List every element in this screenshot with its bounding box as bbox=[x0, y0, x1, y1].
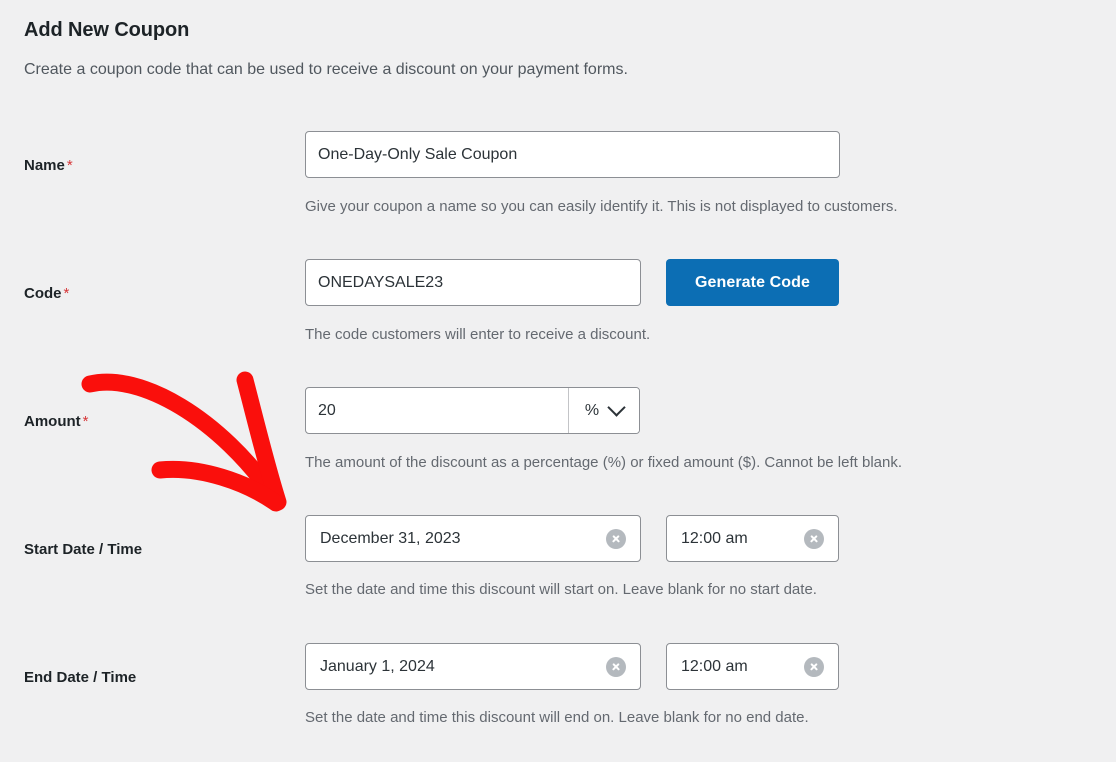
help-name: Give your coupon a name so you can easil… bbox=[305, 198, 898, 215]
label-code: Code * bbox=[24, 284, 69, 304]
label-start-date-time: Start Date / Time bbox=[24, 540, 142, 560]
amount-input[interactable] bbox=[306, 388, 568, 433]
add-new-coupon-page: Add New Coupon Create a coupon code that… bbox=[0, 0, 1116, 762]
end-date-field bbox=[305, 643, 641, 690]
amount-type-select[interactable]: % bbox=[568, 388, 639, 433]
end-time-input[interactable] bbox=[667, 657, 804, 676]
label-start-date-time-text: Start Date / Time bbox=[24, 541, 143, 558]
label-amount-text: Amount bbox=[24, 413, 81, 430]
generate-code-button[interactable]: Generate Code bbox=[666, 259, 839, 306]
name-input[interactable] bbox=[305, 131, 840, 178]
annotation-arrow-icon bbox=[81, 371, 287, 512]
help-end-date-time: Set the date and time this discount will… bbox=[305, 709, 809, 726]
start-date-input[interactable] bbox=[306, 529, 606, 548]
start-date-field bbox=[305, 515, 641, 562]
label-name: Name * bbox=[24, 156, 73, 176]
label-code-text: Code bbox=[24, 285, 62, 302]
help-amount: The amount of the discount as a percenta… bbox=[305, 454, 903, 471]
end-time-field bbox=[666, 643, 839, 690]
label-end-date-time-text: End Date / Time bbox=[24, 669, 137, 686]
start-time-input[interactable] bbox=[667, 529, 804, 548]
help-code: The code customers will enter to receive… bbox=[305, 326, 651, 343]
chevron-down-icon bbox=[607, 398, 626, 417]
code-input[interactable] bbox=[305, 259, 641, 306]
start-time-field bbox=[666, 515, 839, 562]
required-asterisk-code: * bbox=[63, 285, 70, 302]
page-title: Add New Coupon bbox=[24, 19, 190, 41]
label-end-date-time: End Date / Time bbox=[24, 668, 136, 688]
help-start-date-time: Set the date and time this discount will… bbox=[305, 581, 817, 598]
required-asterisk-name: * bbox=[66, 157, 73, 174]
end-date-input[interactable] bbox=[306, 657, 606, 676]
required-asterisk-amount: * bbox=[82, 413, 89, 430]
clear-circle-x-icon-end-date[interactable] bbox=[606, 656, 626, 677]
page-subtitle: Create a coupon code that can be used to… bbox=[24, 61, 628, 78]
amount-field-group: % bbox=[305, 387, 640, 434]
label-name-text: Name bbox=[24, 157, 65, 174]
clear-circle-x-icon-end-time[interactable] bbox=[804, 656, 824, 677]
clear-circle-x-icon-start-time[interactable] bbox=[804, 528, 824, 549]
clear-circle-x-icon-start-date[interactable] bbox=[606, 528, 626, 549]
amount-type-value: % bbox=[584, 401, 600, 419]
label-amount: Amount * bbox=[24, 412, 89, 432]
